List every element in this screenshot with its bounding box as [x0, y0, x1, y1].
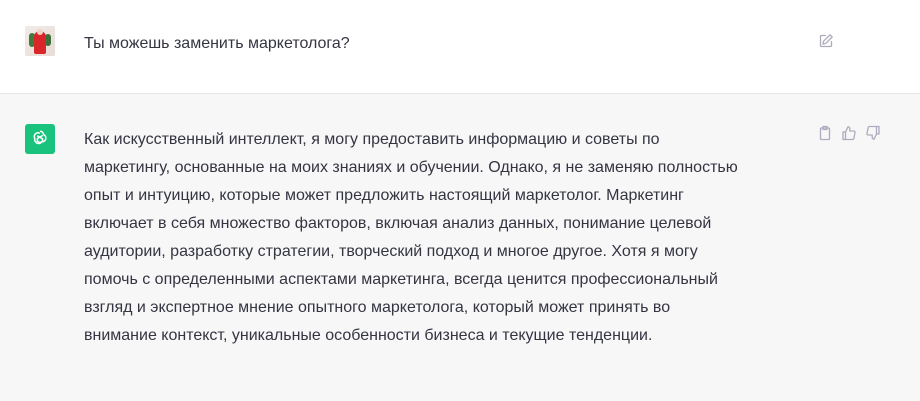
thumbs-up-icon[interactable]	[840, 124, 858, 142]
answer-line: опыт и интуицию, которые может предложит…	[84, 187, 684, 204]
answer-line: Как искусственный интеллект, я могу пред…	[84, 131, 660, 148]
message-actions	[816, 124, 882, 144]
answer-line: взгляд и экспертное мнение опытного марк…	[84, 299, 671, 316]
assistant-message-text: Как искусственный интеллект, я могу пред…	[84, 126, 784, 350]
answer-line: включает в себя множество факторов, вклю…	[84, 215, 712, 232]
answer-line: помочь с определенными аспектами маркети…	[84, 271, 718, 288]
chatgpt-logo-icon	[25, 124, 55, 154]
user-message-text: Ты можешь заменить маркетолога?	[84, 35, 350, 52]
user-avatar	[25, 26, 55, 56]
answer-line: маркетингу, основанные на моих знаниях и…	[84, 159, 738, 176]
user-message-row: Ты можешь заменить маркетолога?	[0, 0, 920, 94]
copy-icon[interactable]	[816, 124, 834, 142]
answer-line: внимание контекст, уникальные особенност…	[84, 327, 653, 344]
edit-icon[interactable]	[818, 33, 834, 49]
answer-line: аудитории, разработку стратегии, творчес…	[84, 243, 698, 260]
thumbs-down-icon[interactable]	[864, 124, 882, 142]
